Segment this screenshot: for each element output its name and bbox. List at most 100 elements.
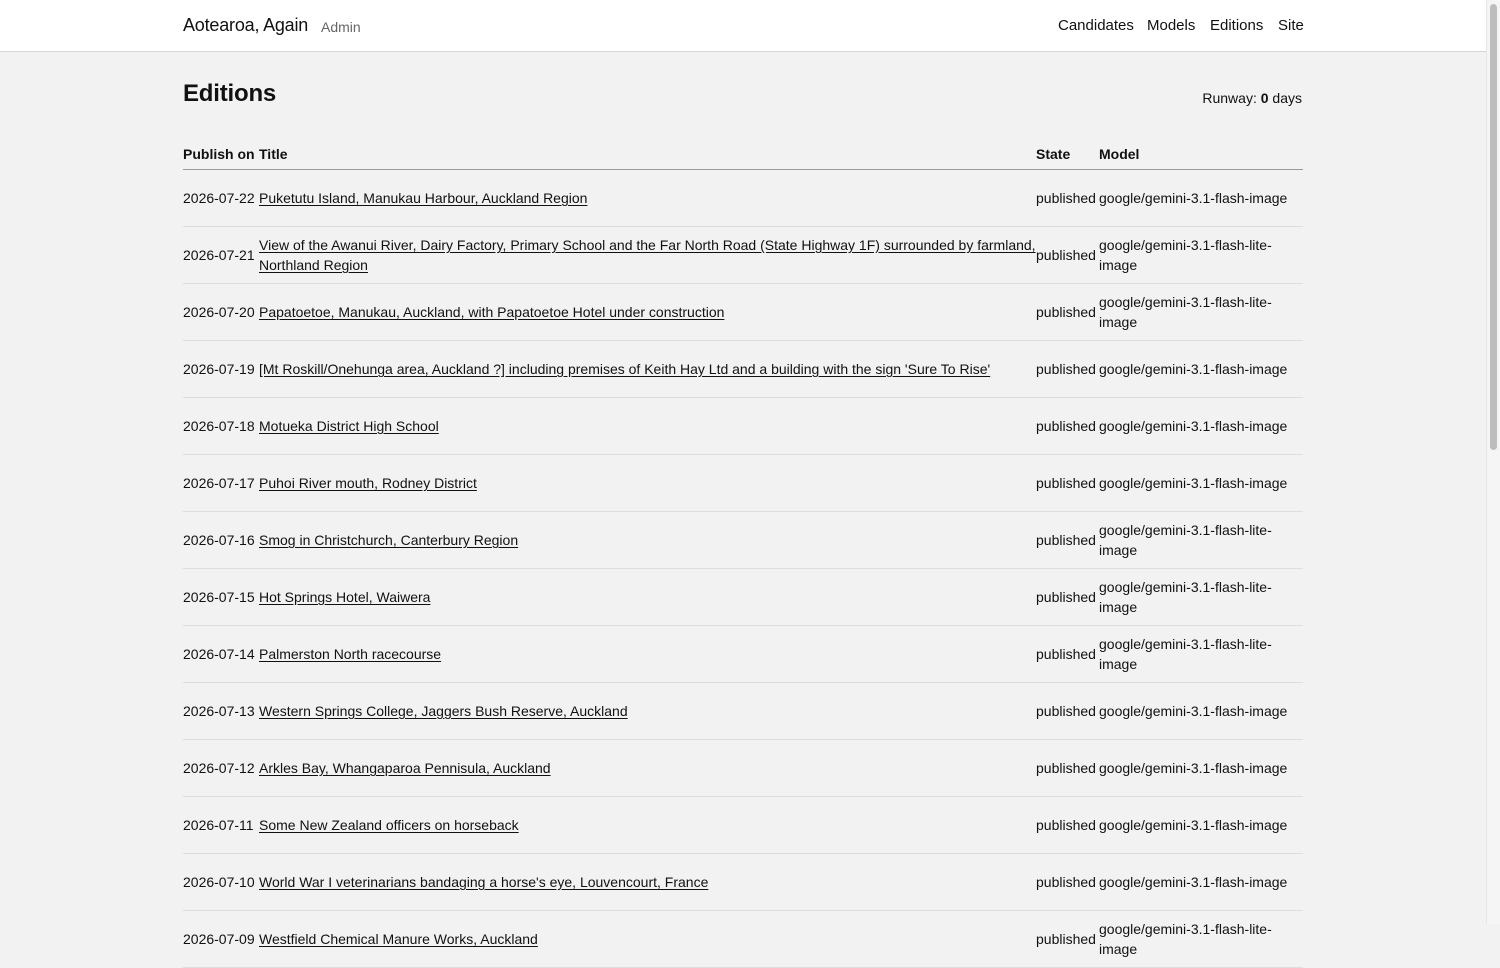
publish-date: 2026-07-10 — [183, 853, 259, 911]
edition-title-link[interactable]: Westfield Chemical Manure Works, Aucklan… — [259, 931, 538, 947]
edition-model: google/gemini-3.1-flash-image — [1099, 682, 1303, 740]
edition-model: google/gemini-3.1-flash-image — [1099, 454, 1303, 512]
edition-model: google/gemini-3.1-flash-lite-image — [1099, 283, 1303, 341]
edition-state: published — [1036, 340, 1099, 398]
edition-state: published — [1036, 511, 1099, 569]
edition-state: published — [1036, 283, 1099, 341]
edition-model: google/gemini-3.1-flash-lite-image — [1099, 511, 1303, 569]
edition-model: google/gemini-3.1-flash-lite-image — [1099, 226, 1303, 284]
table-row: 2026-07-11 Some New Zealand officers on h… — [183, 796, 1303, 854]
table-row: 2026-07-09 Westfield Chemical Manure Work… — [183, 910, 1303, 968]
publish-date: 2026-07-22 — [183, 169, 259, 227]
table-row: 2026-07-18 Motueka District High School pu… — [183, 397, 1303, 455]
edition-model: google/gemini-3.1-flash-lite-image — [1099, 625, 1303, 683]
edition-state: published — [1036, 397, 1099, 455]
table-row: 2026-07-12 Arkles Bay, Whangaparoa Pennis… — [183, 739, 1303, 797]
edition-title-cell: Hot Springs Hotel, Waiwera — [259, 568, 1036, 626]
edition-title-cell: Puketutu Island, Manukau Harbour, Auckla… — [259, 169, 1036, 227]
edition-model: google/gemini-3.1-flash-image — [1099, 397, 1303, 455]
edition-model: google/gemini-3.1-flash-image — [1099, 169, 1303, 227]
edition-title-cell: Some New Zealand officers on horseback — [259, 796, 1036, 854]
top-navbar: Aotearoa, Again Admin Candidates Models … — [0, 0, 1486, 52]
edition-title-link[interactable]: Hot Springs Hotel, Waiwera — [259, 589, 430, 605]
runway-value: 0 — [1260, 90, 1269, 106]
edition-title-link[interactable]: Western Springs College, Jaggers Bush Re… — [259, 703, 628, 719]
table-header-row: Publish on Title State Model — [183, 138, 1303, 170]
edition-title-cell: Papatoetoe, Manukau, Auckland, with Papa… — [259, 283, 1036, 341]
edition-title-cell: Motueka District High School — [259, 397, 1036, 455]
edition-state: published — [1036, 910, 1099, 968]
edition-title-link[interactable]: Some New Zealand officers on horseback — [259, 817, 519, 833]
editions-table: Publish on Title State Model 2026-07-22 P… — [183, 138, 1303, 968]
edition-title-cell: Arkles Bay, Whangaparoa Pennisula, Auckl… — [259, 739, 1036, 797]
publish-date: 2026-07-13 — [183, 682, 259, 740]
edition-title-cell: Palmerston North racecourse — [259, 625, 1036, 683]
publish-date: 2026-07-09 — [183, 910, 259, 968]
edition-state: published — [1036, 682, 1099, 740]
edition-title-cell: Westfield Chemical Manure Works, Aucklan… — [259, 910, 1036, 968]
edition-title-link[interactable]: View of the Awanui River, Dairy Factory,… — [259, 237, 1036, 273]
edition-state: published — [1036, 454, 1099, 512]
publish-date: 2026-07-17 — [183, 454, 259, 512]
edition-state: published — [1036, 625, 1099, 683]
nav-editions[interactable]: Editions — [1210, 17, 1263, 34]
edition-title-link[interactable]: World War I veterinarians bandaging a ho… — [259, 874, 708, 890]
publish-date: 2026-07-12 — [183, 739, 259, 797]
publish-date: 2026-07-21 — [183, 226, 259, 284]
publish-date: 2026-07-20 — [183, 283, 259, 341]
runway-indicator: Runway: 0 days — [1202, 90, 1302, 106]
runway-label: Runway: — [1202, 90, 1257, 106]
edition-state: published — [1036, 796, 1099, 854]
table-row: 2026-07-17 Puhoi River mouth, Rodney Dist… — [183, 454, 1303, 512]
publish-date: 2026-07-18 — [183, 397, 259, 455]
edition-state: published — [1036, 169, 1099, 227]
table-row: 2026-07-14 Palmerston North racecourse pub… — [183, 625, 1303, 683]
edition-title-link[interactable]: Puketutu Island, Manukau Harbour, Auckla… — [259, 190, 587, 206]
edition-title-cell: Western Springs College, Jaggers Bush Re… — [259, 682, 1036, 740]
table-row: 2026-07-15 Hot Springs Hotel, Waiwera publ… — [183, 568, 1303, 626]
edition-state: published — [1036, 568, 1099, 626]
edition-title-link[interactable]: [Mt Roskill/Onehunga area, Auckland ?] i… — [259, 361, 990, 377]
edition-title-cell: View of the Awanui River, Dairy Factory,… — [259, 226, 1036, 284]
edition-title-cell: Puhoi River mouth, Rodney District — [259, 454, 1036, 512]
scrollbar-thumb[interactable] — [1490, 4, 1497, 450]
publish-date: 2026-07-14 — [183, 625, 259, 683]
column-header-title: Title — [259, 138, 1036, 170]
edition-title-cell: Smog in Christchurch, Canterbury Region — [259, 511, 1036, 569]
edition-title-link[interactable]: Smog in Christchurch, Canterbury Region — [259, 532, 518, 548]
table-row: 2026-07-13 Western Springs College, Jagge… — [183, 682, 1303, 740]
nav-candidates[interactable]: Candidates — [1058, 17, 1134, 34]
edition-title-link[interactable]: Puhoi River mouth, Rodney District — [259, 475, 477, 491]
publish-date: 2026-07-19 — [183, 340, 259, 398]
edition-model: google/gemini-3.1-flash-image — [1099, 796, 1303, 854]
column-header-state: State — [1036, 138, 1099, 170]
main-nav: Candidates Models Editions Site — [0, 17, 1486, 37]
edition-title-cell: [Mt Roskill/Onehunga area, Auckland ?] i… — [259, 340, 1036, 398]
runway-unit: days — [1272, 90, 1302, 106]
table-row: 2026-07-20 Papatoetoe, Manukau, Auckland,… — [183, 283, 1303, 341]
edition-state: published — [1036, 226, 1099, 284]
nav-models[interactable]: Models — [1147, 17, 1195, 34]
table-row: 2026-07-19 [Mt Roskill/Onehunga area, Auc… — [183, 340, 1303, 398]
publish-date: 2026-07-15 — [183, 568, 259, 626]
edition-title-link[interactable]: Palmerston North racecourse — [259, 646, 441, 662]
edition-state: published — [1036, 853, 1099, 911]
publish-date: 2026-07-16 — [183, 511, 259, 569]
edition-model: google/gemini-3.1-flash-image — [1099, 739, 1303, 797]
table-row: 2026-07-16 Smog in Christchurch, Canterbu… — [183, 511, 1303, 569]
page-scrollbar[interactable] — [1486, 0, 1500, 924]
publish-date: 2026-07-11 — [183, 796, 259, 854]
table-row: 2026-07-22 Puketutu Island, Manukau Harbo… — [183, 169, 1303, 227]
edition-title-link[interactable]: Motueka District High School — [259, 418, 439, 434]
edition-title-link[interactable]: Arkles Bay, Whangaparoa Pennisula, Auckl… — [259, 760, 551, 776]
edition-model: google/gemini-3.1-flash-lite-image — [1099, 568, 1303, 626]
column-header-model: Model — [1099, 138, 1303, 170]
page-title: Editions — [183, 80, 277, 107]
edition-title-link[interactable]: Papatoetoe, Manukau, Auckland, with Papa… — [259, 304, 724, 320]
edition-model: google/gemini-3.1-flash-lite-image — [1099, 910, 1303, 968]
nav-site[interactable]: Site — [1278, 17, 1304, 34]
table-row: 2026-07-21 View of the Awanui River, Dair… — [183, 226, 1303, 284]
edition-state: published — [1036, 739, 1099, 797]
table-row: 2026-07-10 World War I veterinarians band… — [183, 853, 1303, 911]
edition-model: google/gemini-3.1-flash-image — [1099, 340, 1303, 398]
